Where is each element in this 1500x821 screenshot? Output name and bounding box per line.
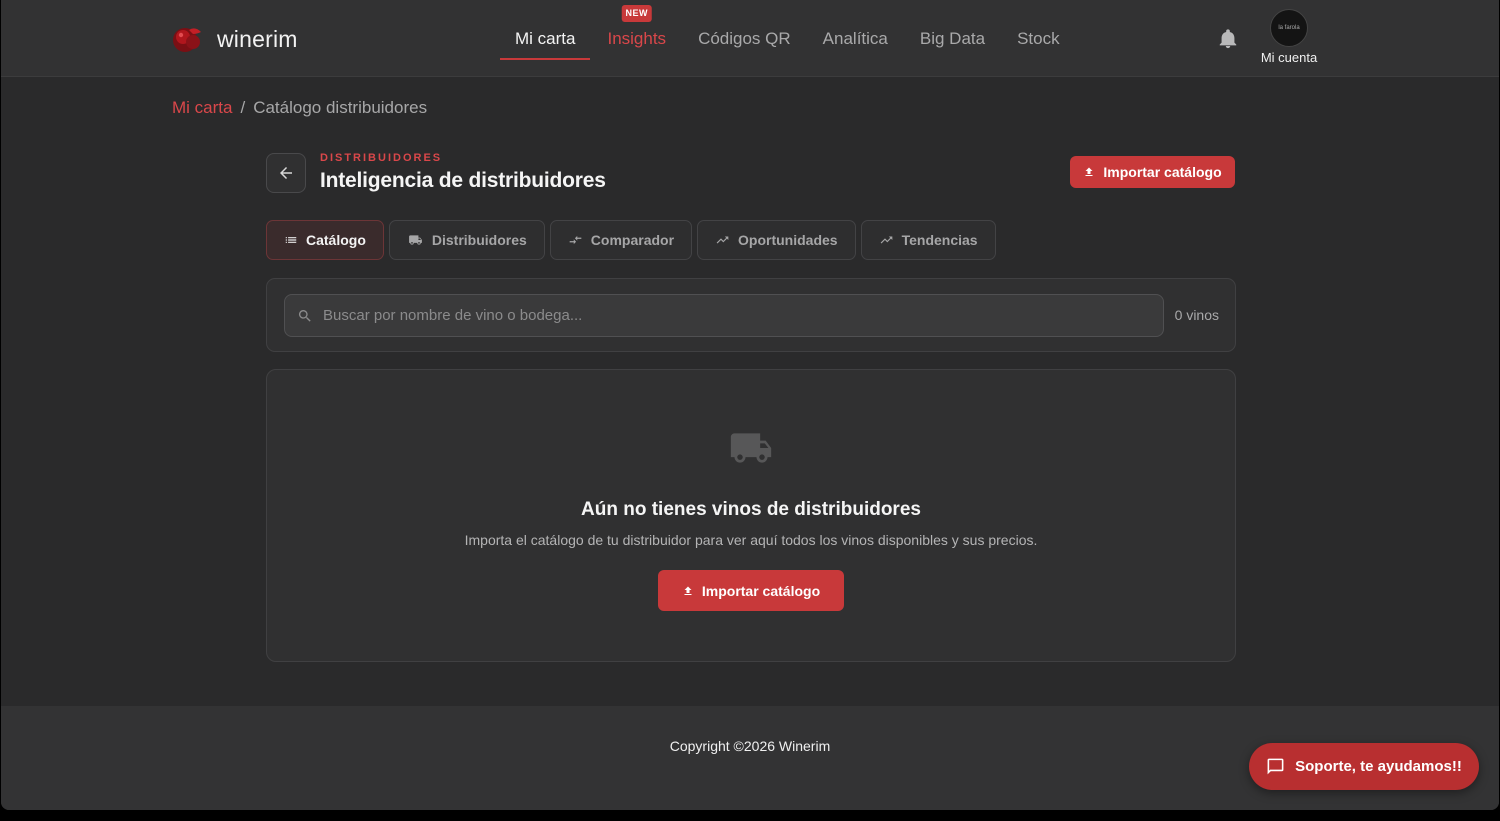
support-chat-button[interactable]: Soporte, te ayudamos!!	[1249, 743, 1479, 790]
list-icon	[285, 237, 297, 243]
import-catalog-label: Importar catálogo	[1103, 164, 1222, 180]
search-icon	[298, 309, 311, 322]
support-label: Soporte, te ayudamos!!	[1295, 758, 1462, 775]
truck-icon	[408, 235, 422, 245]
breadcrumb-separator: /	[240, 98, 246, 117]
arrow-left-icon	[280, 167, 292, 179]
tab-label: Distribuidores	[431, 232, 527, 248]
import-catalog-button[interactable]: Importar catálogo	[1070, 156, 1235, 188]
trending-up-icon	[716, 236, 729, 244]
breadcrumb: Mi carta / Catálogo distribuidores	[172, 98, 427, 118]
nav-item-mi-carta[interactable]: Mi carta	[499, 0, 591, 77]
breadcrumb-link-mi-carta[interactable]: Mi carta	[172, 98, 232, 118]
nav-item-label: Códigos QR	[698, 28, 791, 48]
tab-catalogo[interactable]: Catálogo	[266, 220, 384, 260]
nav-item-codigos-qr[interactable]: Códigos QR	[682, 0, 807, 77]
account-label: Mi cuenta	[1260, 50, 1318, 65]
trending-up-icon	[880, 236, 892, 244]
avatar: la farola	[1270, 9, 1308, 47]
import-catalog-empty-button[interactable]: Importar catálogo	[658, 570, 844, 611]
avatar-text: la farola	[1278, 25, 1300, 31]
new-badge: NEW	[621, 5, 653, 22]
upload-icon	[1085, 167, 1093, 176]
wine-logo-icon	[173, 28, 201, 52]
empty-state-title: Aún no tienes vinos de distribuidores	[581, 499, 921, 520]
tab-oportunidades[interactable]: Oportunidades	[697, 220, 856, 260]
compare-arrows-icon	[569, 235, 582, 245]
empty-state-card: Aún no tienes vinos de distribuidores Im…	[266, 369, 1236, 662]
tab-tendencias[interactable]: Tendencias	[860, 220, 996, 260]
nav-item-label: Stock	[1017, 28, 1060, 48]
page-title: Inteligencia de distribuidores	[320, 169, 606, 192]
upload-icon	[684, 586, 692, 595]
tab-comparador[interactable]: Comparador	[549, 220, 693, 260]
nav-item-analitica[interactable]: Analítica	[807, 0, 904, 77]
tab-distribuidores[interactable]: Distribuidores	[388, 220, 545, 260]
nav-item-stock[interactable]: Stock	[1001, 0, 1076, 77]
tab-bar: Catálogo Distribuidores Comparador Oport…	[266, 220, 996, 260]
import-catalog-label: Importar catálogo	[701, 582, 821, 599]
brand-logo[interactable]: winerim	[171, 22, 298, 56]
main-nav: Mi carta NEW Insights Códigos QR Analíti…	[499, 0, 1076, 77]
nav-item-label: Mi carta	[515, 28, 576, 48]
nav-item-label: Insights	[607, 28, 667, 48]
chat-icon	[1267, 758, 1284, 775]
top-header: winerim Mi carta NEW Insights Códigos QR…	[1, 0, 1499, 77]
back-button[interactable]	[266, 153, 306, 193]
breadcrumb-current: Catálogo distribuidores	[253, 98, 428, 117]
tab-label: Tendencias	[901, 232, 978, 248]
bell-icon[interactable]	[1217, 27, 1239, 51]
nav-item-big-data[interactable]: Big Data	[904, 0, 1001, 77]
search-input[interactable]	[323, 307, 1123, 324]
nav-item-label: Analítica	[822, 28, 888, 48]
truck-icon	[730, 433, 772, 463]
nav-item-insights[interactable]: NEW Insights	[591, 0, 682, 77]
tab-label: Catálogo	[306, 232, 366, 248]
page-eyebrow: DISTRIBUIDORES	[320, 152, 443, 164]
wine-count: 0 vinos	[1174, 307, 1219, 323]
tab-label: Comparador	[590, 232, 675, 248]
search-box[interactable]	[284, 294, 1164, 337]
search-card: 0 vinos	[266, 278, 1236, 352]
empty-state-description: Importa el catálogo de tu distribuidor p…	[464, 532, 1038, 548]
account-menu[interactable]: la farola Mi cuenta	[1253, 9, 1325, 65]
tab-label: Oportunidades	[738, 232, 838, 248]
nav-item-label: Big Data	[919, 28, 986, 48]
brand-name: winerim	[217, 25, 298, 52]
app-window: winerim Mi carta NEW Insights Códigos QR…	[1, 0, 1499, 810]
